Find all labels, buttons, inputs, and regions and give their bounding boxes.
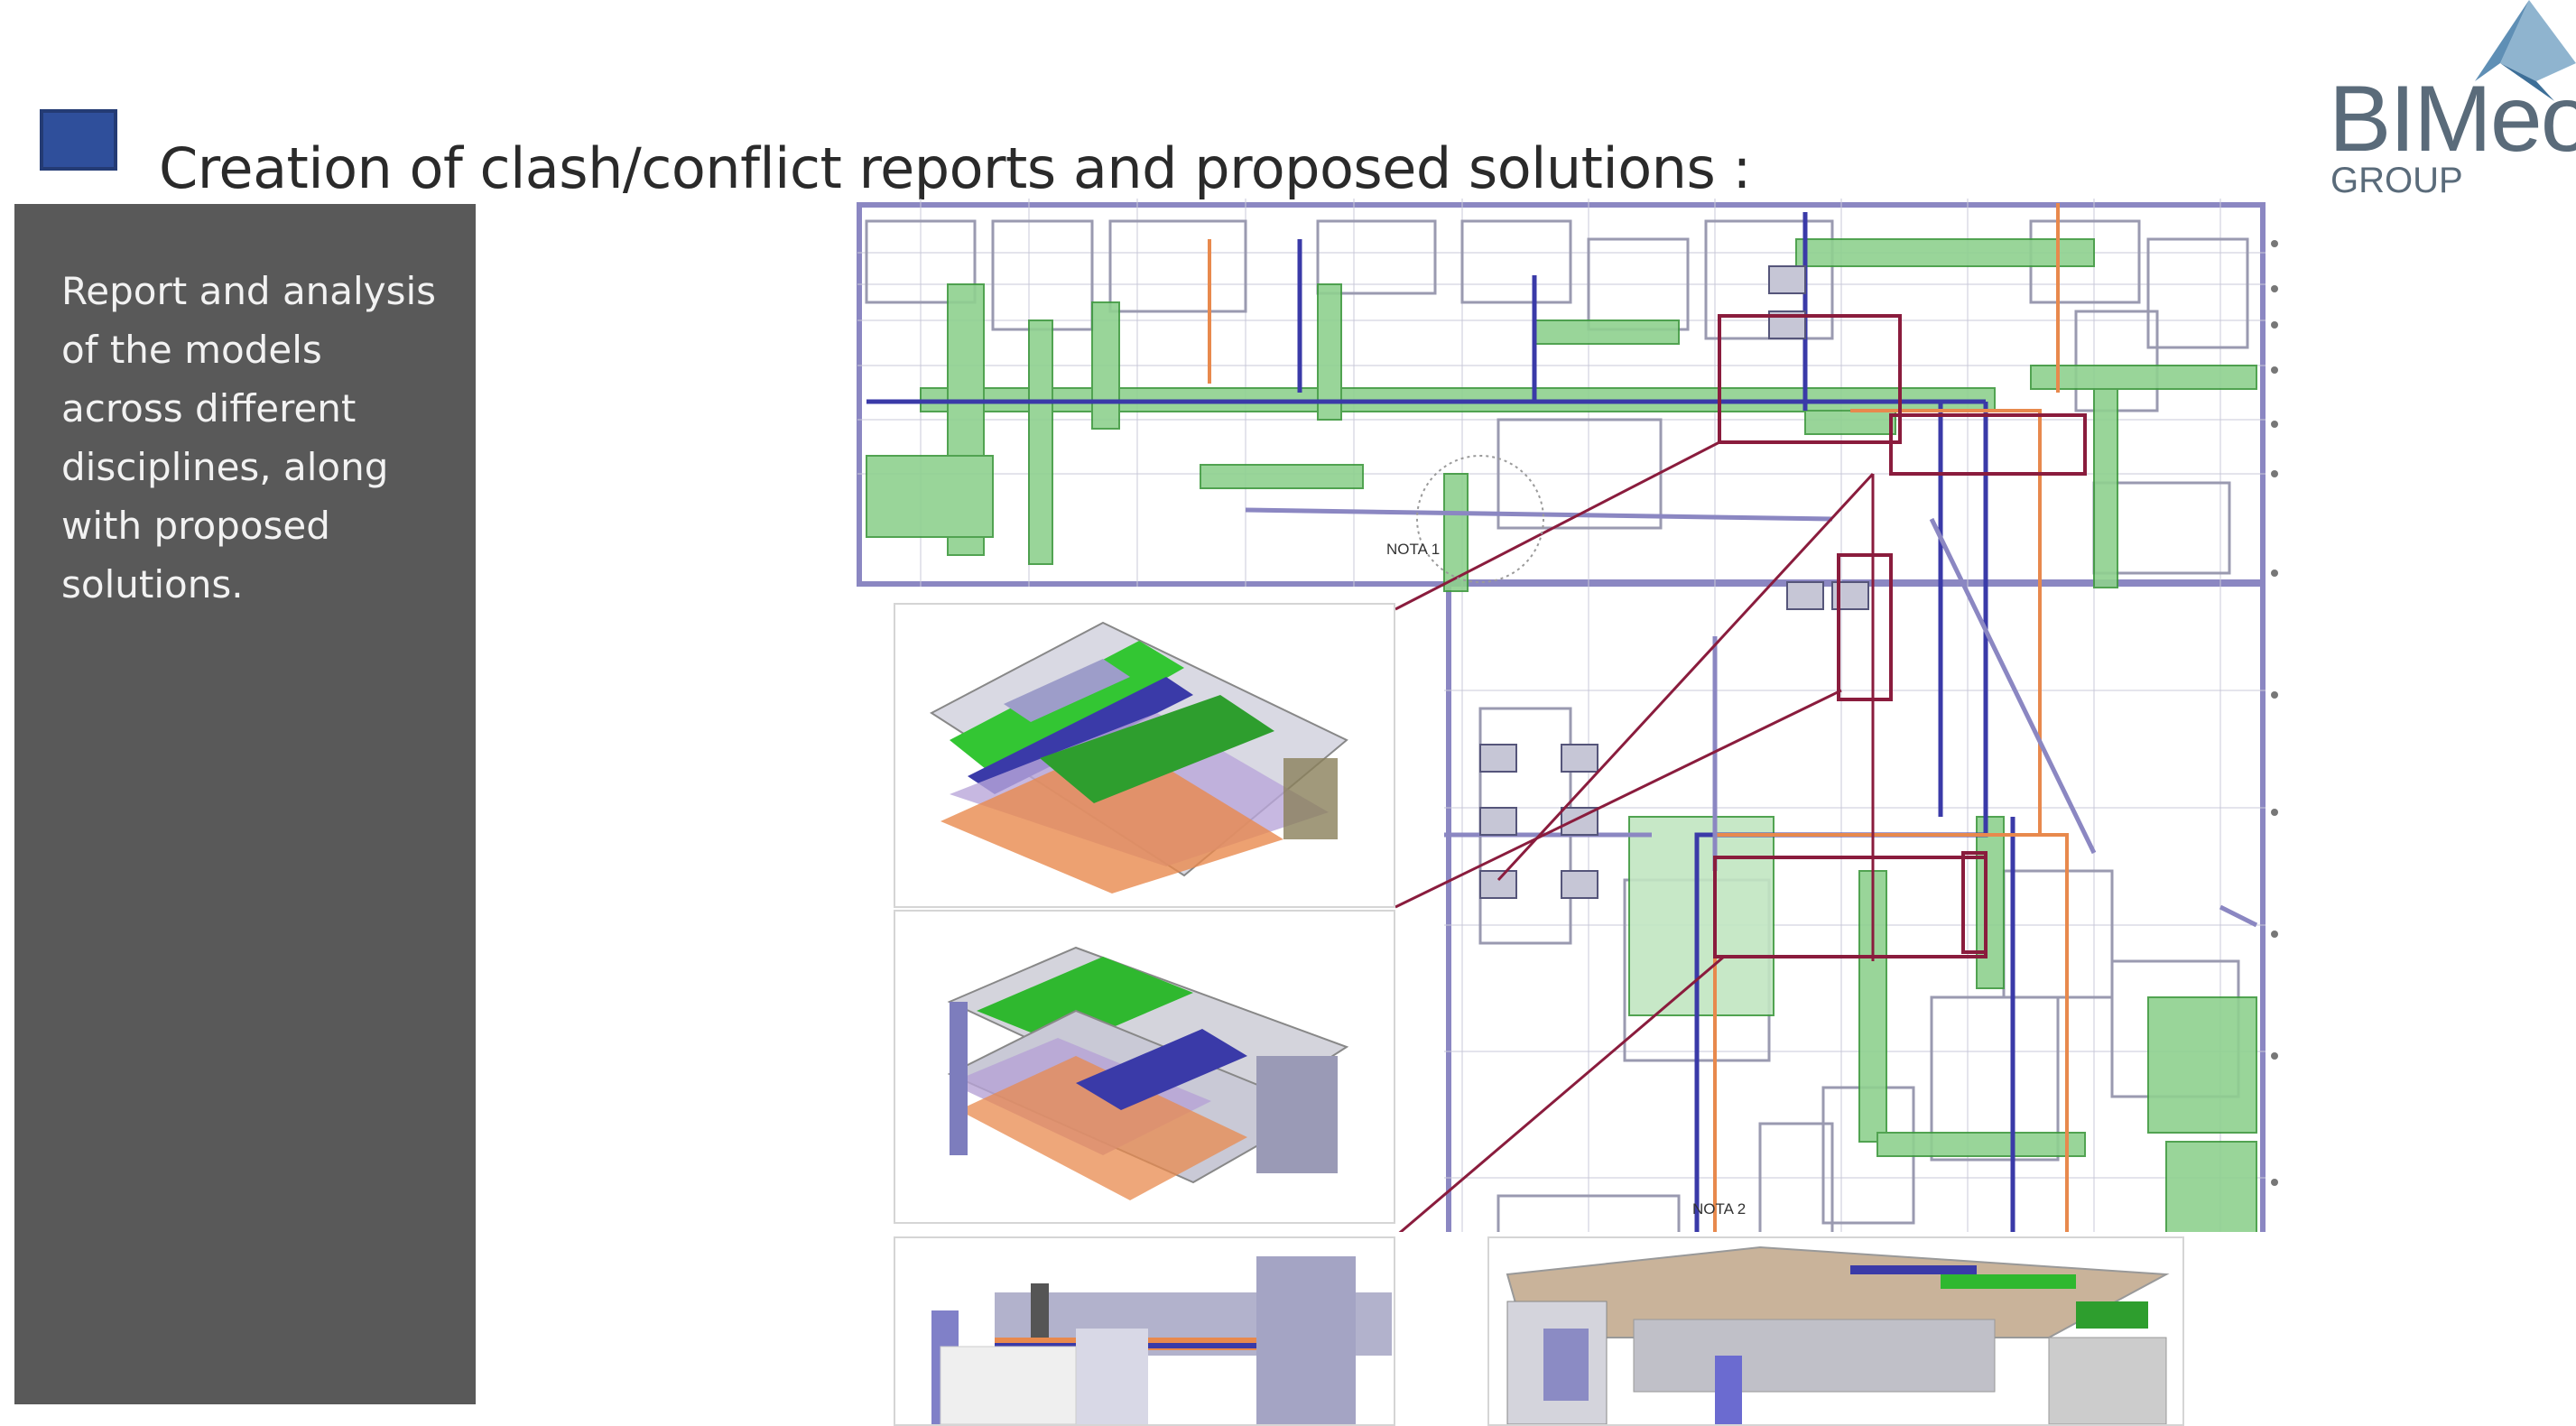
clash-view-2	[894, 910, 1395, 1224]
logo-subtitle: GROUP	[2330, 161, 2463, 200]
description-text: Report and analysis of the models across…	[61, 269, 436, 607]
bullet-square	[40, 109, 117, 171]
clash-view-3	[894, 1236, 1395, 1426]
note-1-label: NOTA 1	[1386, 541, 1441, 558]
clash-view-1	[894, 603, 1395, 908]
clash-view-4	[1487, 1236, 2184, 1426]
logo-name: BIMeo	[2329, 67, 2576, 171]
note-2-label: NOTA 2	[1692, 1200, 1747, 1218]
